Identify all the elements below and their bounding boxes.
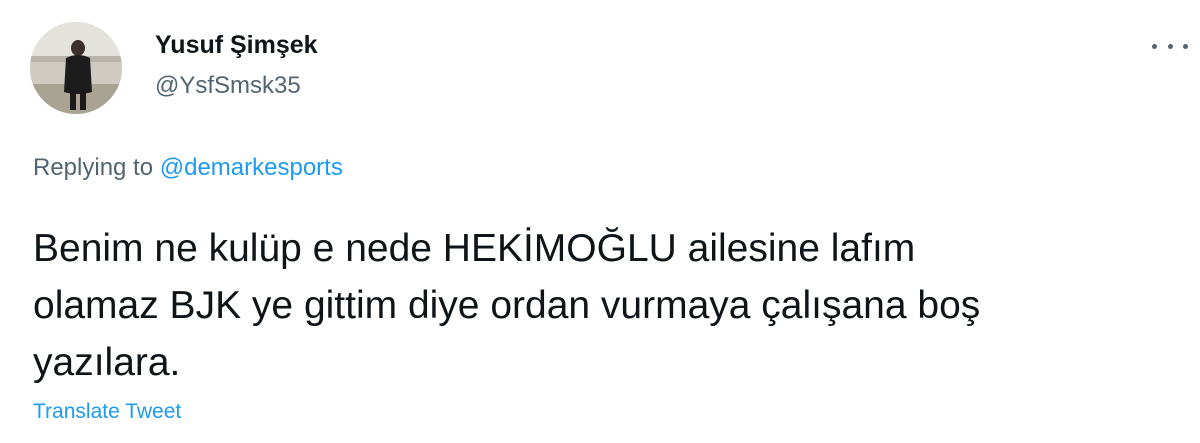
reply-mention-link[interactable]: @demarkesports [160,154,343,181]
author-handle[interactable]: @YsfSmsk35 [155,71,301,101]
replying-to-line: Replying to @demarkesports [33,153,343,183]
more-dot [1167,43,1173,49]
author-display-name[interactable]: Yusuf Şimşek [155,30,318,60]
avatar[interactable] [30,22,122,114]
tweet-card: Yusuf Şimşek @YsfSmsk35 Replying to @dem… [0,0,1200,443]
more-dot [1183,43,1188,49]
tweet-text: Benim ne kulüp e nede HEKİMOĞLU ailesine… [33,227,981,384]
translate-tweet-link[interactable]: Translate Tweet [33,398,181,426]
more-options-icon[interactable] [1152,36,1188,56]
replying-prefix: Replying to [33,154,160,181]
avatar-photo [30,22,122,114]
more-dot [1152,43,1157,49]
